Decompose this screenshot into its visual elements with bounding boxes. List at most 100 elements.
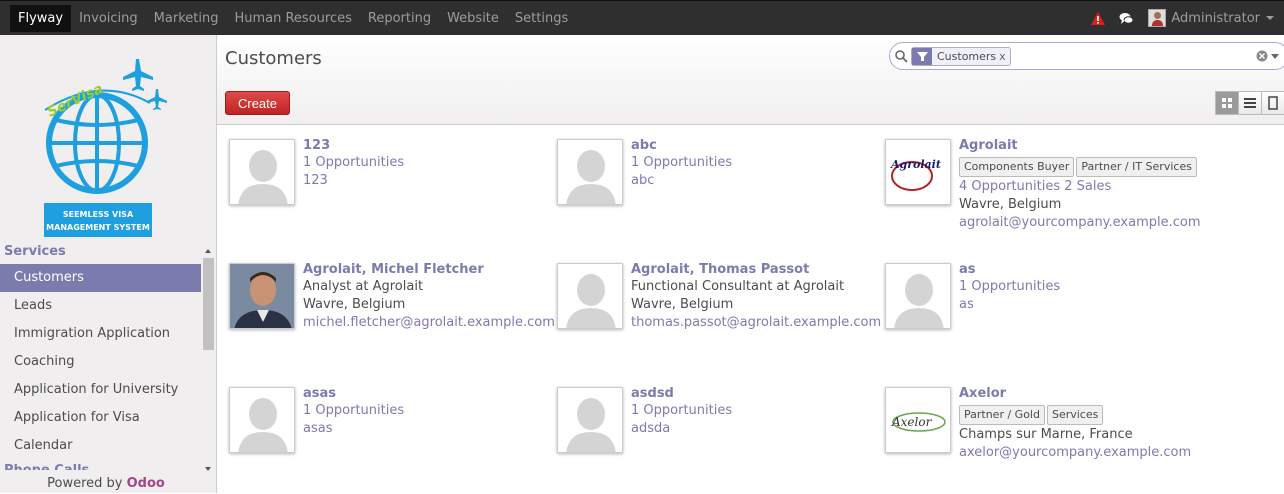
axelor-logo-text: Axelor <box>891 415 933 429</box>
create-button[interactable]: Create <box>225 91 290 115</box>
card-name[interactable]: 123 <box>303 138 543 154</box>
card-name[interactable]: Agrolait, Thomas Passot <box>631 262 871 278</box>
chevron-down-icon <box>1266 16 1274 20</box>
sidebar: SerVisa SEEMLESS VISA MANAGEMENT SYSTEM … <box>0 35 217 493</box>
card-body: Agrolait, Michel Fletcher Analyst at Agr… <box>303 262 555 332</box>
card-name[interactable]: Axelor <box>959 386 1199 402</box>
card-name[interactable]: as <box>959 262 1199 278</box>
card-address: Wavre, Belgium <box>303 297 406 312</box>
tag-list: Partner / Gold Services <box>959 405 1199 425</box>
placeholder-avatar-icon <box>557 139 623 205</box>
customer-card[interactable]: Agrolait Agrolait Components Buyer Partn… <box>873 126 1201 246</box>
search-facet: Customers x <box>911 47 1011 66</box>
menu-invoicing[interactable]: Invoicing <box>71 5 146 32</box>
card-detail[interactable]: adsda <box>631 420 871 438</box>
card-name[interactable]: Agrolait <box>959 138 1199 154</box>
company-logo: SerVisa SEEMLESS VISA MANAGEMENT SYSTEM <box>44 59 167 237</box>
card-email[interactable]: thomas.passot@agrolait.example.com <box>631 314 881 332</box>
warning-icon[interactable] <box>1091 11 1106 25</box>
tag: Partner / IT Services <box>1076 157 1197 177</box>
kanban-view: 123 1 Opportunities 123 abc 1 Opportunit… <box>217 126 1284 493</box>
kanban-icon <box>1222 98 1232 108</box>
sidebar-item-application-for-university[interactable]: Application for University <box>0 376 201 404</box>
kanban-view-button[interactable] <box>1215 91 1239 115</box>
opportunities-link[interactable]: 1 Opportunities <box>631 154 871 172</box>
menu-human-resources[interactable]: Human Resources <box>226 5 359 32</box>
card-detail[interactable]: as <box>959 296 1199 314</box>
customer-card[interactable]: abc 1 Opportunities abc <box>545 126 865 246</box>
search-icon <box>895 50 908 63</box>
sidebar-section-services: Services <box>4 244 66 259</box>
menu-settings[interactable]: Settings <box>507 5 576 32</box>
placeholder-avatar-icon <box>885 263 951 329</box>
sidebar-item-application-for-visa[interactable]: Application for Visa <box>0 404 201 432</box>
card-body: Agrolait, Thomas Passot Functional Consu… <box>631 262 881 332</box>
user-name: Administrator <box>1171 10 1260 26</box>
chat-icon[interactable] <box>1119 12 1134 25</box>
card-email[interactable]: michel.fletcher@agrolait.example.com <box>303 314 555 332</box>
card-address: Wavre, Belgium <box>631 297 734 312</box>
sidebar-item-coaching[interactable]: Coaching <box>0 348 201 376</box>
logo-caption-2: MANAGEMENT SYSTEM <box>46 223 150 232</box>
tag-list: Components Buyer Partner / IT Services <box>959 157 1199 177</box>
opportunities-link[interactable]: 1 Opportunities <box>631 402 871 420</box>
customer-card[interactable]: Agrolait, Michel Fletcher Analyst at Agr… <box>217 250 555 370</box>
opportunities-link[interactable]: 4 Opportunities 2 Sales <box>959 178 1199 196</box>
placeholder-avatar-icon <box>557 387 623 453</box>
agrolait-logo: Agrolait <box>885 139 951 205</box>
card-name[interactable]: asas <box>303 386 543 402</box>
sidebar-item-immigration-application[interactable]: Immigration Application <box>0 320 201 348</box>
facet-label: Customers <box>937 50 997 63</box>
form-view-button[interactable] <box>1261 91 1284 115</box>
card-detail[interactable]: abc <box>631 172 871 190</box>
clear-icon[interactable] <box>1256 50 1268 62</box>
card-email[interactable]: agrolait@yourcompany.example.com <box>959 214 1201 232</box>
list-icon <box>1244 98 1256 108</box>
filter-icon <box>912 48 932 65</box>
sidebar-item-customers[interactable]: Customers <box>0 264 201 292</box>
sidebar-scrollbar[interactable] <box>202 244 215 475</box>
control-panel: Customers Customers x Create <box>217 35 1284 125</box>
scroll-down-icon[interactable] <box>205 467 211 471</box>
sidebar-nav: Customers Leads Immigration Application … <box>0 264 201 470</box>
search-bar[interactable]: Customers x <box>889 42 1284 70</box>
customer-card[interactable]: asas 1 Opportunities asas <box>217 374 537 494</box>
scrollbar-thumb[interactable] <box>203 258 214 350</box>
tag: Components Buyer <box>959 157 1075 177</box>
card-name[interactable]: asdsd <box>631 386 871 402</box>
form-icon <box>1268 96 1278 110</box>
menu-website[interactable]: Website <box>439 5 507 32</box>
customer-card[interactable]: 123 1 Opportunities 123 <box>217 126 537 246</box>
card-email[interactable]: axelor@yourcompany.example.com <box>959 444 1199 462</box>
customer-card[interactable]: asdsd 1 Opportunities adsda <box>545 374 865 494</box>
chevron-down-icon[interactable] <box>1271 54 1279 59</box>
customer-card[interactable]: as 1 Opportunities as <box>873 250 1193 370</box>
card-body: Agrolait Components Buyer Partner / IT S… <box>959 138 1201 232</box>
card-detail[interactable]: asas <box>303 420 543 438</box>
card-address: Champs sur Marne, France <box>959 427 1133 442</box>
menu-reporting[interactable]: Reporting <box>360 5 439 32</box>
scroll-up-icon[interactable] <box>205 249 211 253</box>
opportunities-link[interactable]: 1 Opportunities <box>303 154 543 172</box>
logo-caption-1: SEEMLESS VISA <box>63 210 134 219</box>
facet-remove-button[interactable]: x <box>999 50 1010 63</box>
placeholder-avatar-icon <box>229 387 295 453</box>
sidebar-item-leads[interactable]: Leads <box>0 292 201 320</box>
card-function: Functional Consultant at Agrolait <box>631 279 845 294</box>
user-menu[interactable]: Administrator <box>1148 9 1274 27</box>
powered-by: Powered by Odoo <box>0 476 212 491</box>
odoo-link[interactable]: Odoo <box>127 476 165 491</box>
powered-by-text: Powered by <box>47 476 127 491</box>
customer-card[interactable]: Agrolait, Thomas Passot Functional Consu… <box>545 250 881 370</box>
main-menu: Flyway Invoicing Marketing Human Resourc… <box>0 1 576 35</box>
opportunities-link[interactable]: 1 Opportunities <box>303 402 543 420</box>
list-view-button[interactable] <box>1238 91 1262 115</box>
sidebar-item-calendar[interactable]: Calendar <box>0 432 201 460</box>
card-detail[interactable]: 123 <box>303 172 543 190</box>
customer-card[interactable]: Axelor Axelor Partner / Gold Services Ch… <box>873 374 1193 494</box>
menu-flyway[interactable]: Flyway <box>10 4 72 32</box>
menu-marketing[interactable]: Marketing <box>146 5 227 32</box>
opportunities-link[interactable]: 1 Opportunities <box>959 278 1199 296</box>
card-name[interactable]: Agrolait, Michel Fletcher <box>303 262 543 278</box>
card-name[interactable]: abc <box>631 138 871 154</box>
